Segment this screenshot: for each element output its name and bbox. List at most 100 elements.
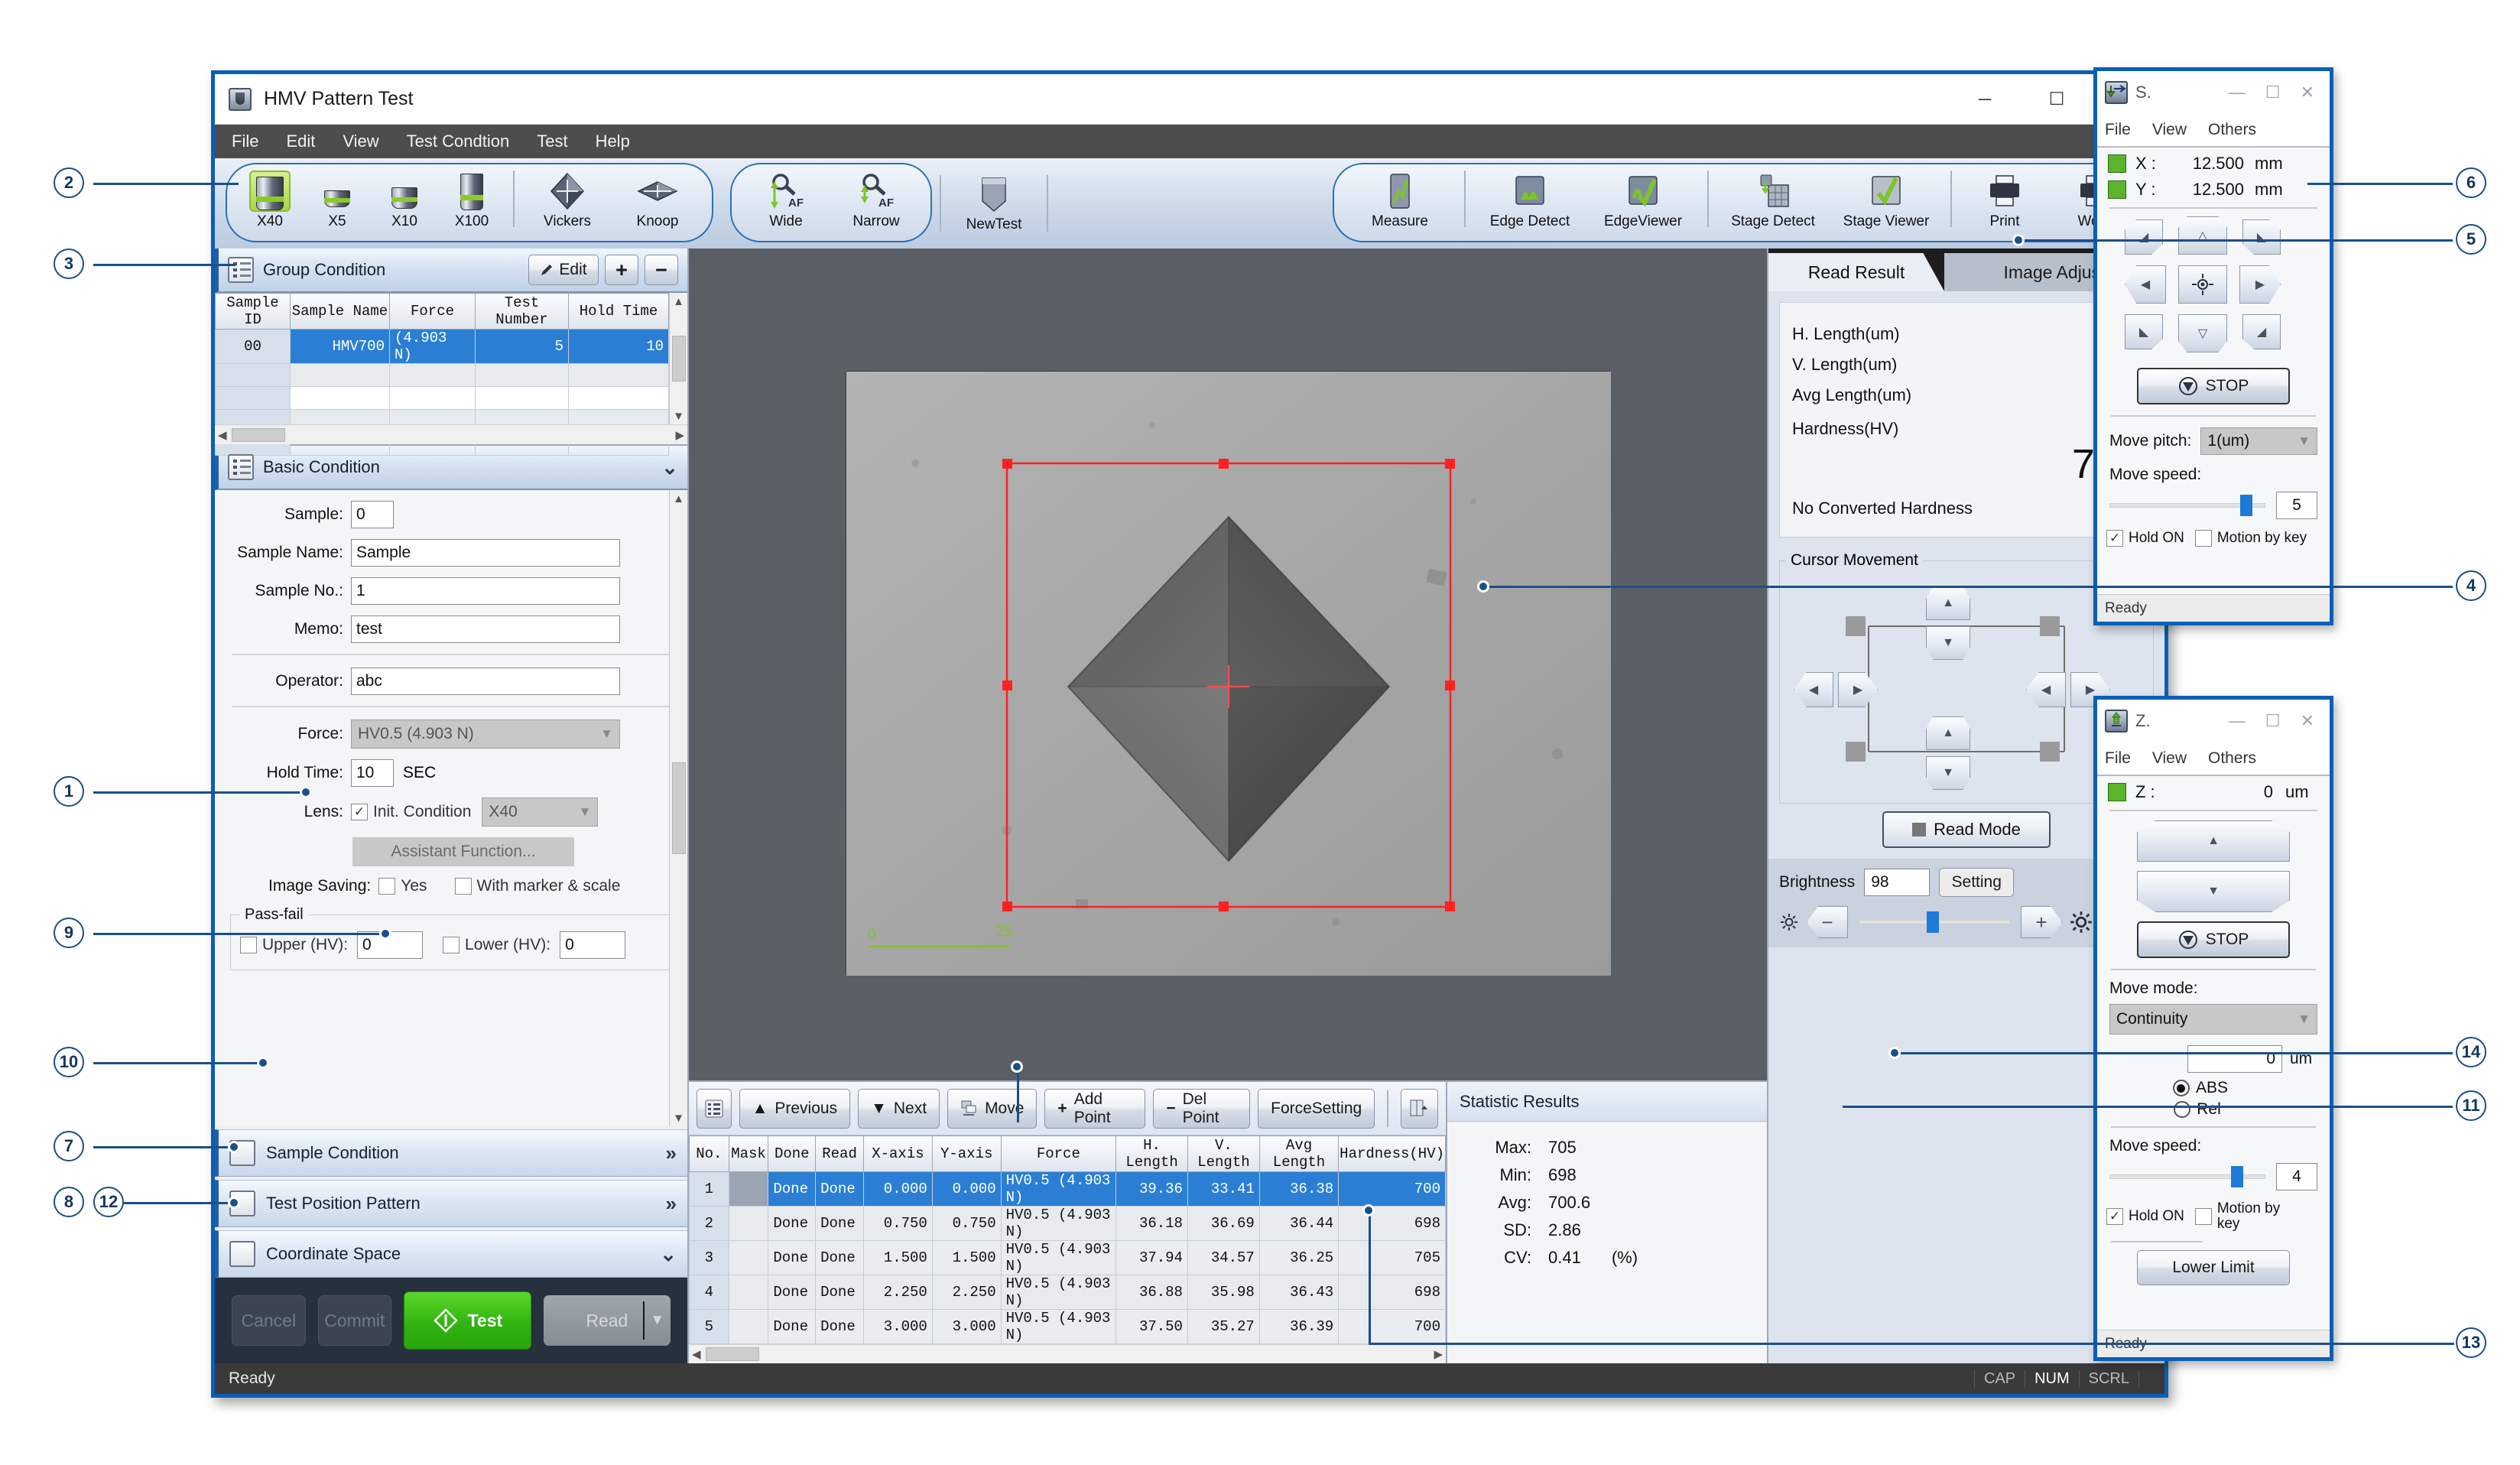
stage-move-left-button[interactable]: ◀ <box>2125 265 2166 304</box>
toolbar-item-wide[interactable]: AF Wide <box>741 167 831 230</box>
minimize-button[interactable]: — <box>2229 711 2246 731</box>
table-row[interactable]: 2 Done Done 0.750 0.750 HV0.5 (4.903 N) … <box>689 1206 1446 1242</box>
stage-move-up-right-button[interactable]: ◣ <box>2242 219 2281 255</box>
table-row[interactable] <box>215 386 669 410</box>
resize-grip-icon[interactable] <box>2138 1369 2164 1388</box>
sidebar-item-coordinate-space[interactable]: Coordinate Space ⌄ <box>215 1230 687 1278</box>
close-button[interactable]: ✕ <box>2301 711 2314 731</box>
operator-input[interactable]: abc <box>351 668 620 695</box>
move-button[interactable]: Move <box>947 1088 1038 1129</box>
group-condition-hscrollbar[interactable]: ◀ ▶ <box>215 424 687 444</box>
z-stop-button[interactable]: STOP <box>2137 921 2290 958</box>
image-saving-yes-checkbox[interactable] <box>378 878 396 895</box>
hold-time-input[interactable]: 10 <box>351 759 394 787</box>
basic-condition-collapse-icon[interactable]: ⌄ <box>661 456 678 479</box>
upper-hv-checkbox[interactable] <box>240 937 257 953</box>
lens-init-checkbox[interactable]: ✓ <box>351 804 368 820</box>
table-row[interactable]: 3 Done Done 1.500 1.500 HV0.5 (4.903 N) … <box>689 1240 1446 1276</box>
scroll-right-icon[interactable]: ▶ <box>675 428 684 442</box>
scroll-up-icon[interactable]: ▲ <box>673 490 684 507</box>
cursor-top-up-button[interactable]: ▲ <box>1926 586 1970 620</box>
z-move-down-button[interactable]: ▼ <box>2137 871 2290 912</box>
with-marker-scale-checkbox[interactable] <box>454 878 472 895</box>
z-menu-file[interactable]: File <box>2105 749 2131 768</box>
stage-move-right-button[interactable]: ▶ <box>2239 265 2281 304</box>
group-condition-vscrollbar[interactable]: ▲ ▼ <box>669 293 687 424</box>
stage-move-down-button[interactable]: ▽ <box>2178 314 2227 352</box>
cursor-bottom-up-button[interactable]: ▲ <box>1926 716 1970 750</box>
toolbar-item-newtest[interactable]: NewTest <box>949 171 1039 233</box>
sidebar-item-sample-condition[interactable]: Sample Condition » <box>215 1129 687 1177</box>
cursor-top-down-button[interactable]: ▼ <box>1926 626 1970 660</box>
cursor-handle-bl[interactable] <box>1846 742 1866 762</box>
commit-button[interactable]: Commit <box>317 1295 392 1346</box>
chevron-down-double-icon[interactable]: ⌄ <box>660 1242 677 1266</box>
brightness-plus-button[interactable]: + <box>2021 906 2062 938</box>
z-motion-by-key-checkbox[interactable] <box>2194 1207 2212 1225</box>
read-dropdown-icon[interactable]: ▼ <box>650 1312 664 1329</box>
menu-item-edit[interactable]: Edit <box>286 132 315 151</box>
point-list-icon[interactable] <box>697 1088 732 1129</box>
cursor-handle-tr[interactable] <box>2040 616 2060 636</box>
stage-move-up-button[interactable]: △ <box>2178 216 2227 255</box>
microscope-image[interactable]: 0 25 <box>846 371 1611 976</box>
toolbar-item-x40[interactable]: X40 <box>236 167 304 230</box>
z-move-speed-thumb[interactable] <box>2230 1166 2243 1187</box>
z-move-speed-value[interactable]: 4 <box>2276 1163 2317 1191</box>
sidebar-item-test-position-pattern[interactable]: Test Position Pattern » <box>215 1180 687 1227</box>
stage-move-up-left-button[interactable]: ◢ <box>2125 219 2163 255</box>
scroll-down-icon[interactable]: ▼ <box>673 408 684 424</box>
toolbar-item-print[interactable]: Print <box>1960 167 2050 230</box>
next-button[interactable]: ▼ Next <box>858 1088 940 1129</box>
add-group-button[interactable]: + <box>605 255 638 285</box>
toolbar-item-stage-viewer[interactable]: Stage Viewer <box>1830 167 1943 230</box>
minimize-button[interactable]: — <box>2229 83 2246 102</box>
menu-item-file[interactable]: File <box>232 132 258 151</box>
point-table-hscrollbar[interactable]: ◀ ▶ <box>689 1344 1446 1363</box>
xy-menu-view[interactable]: View <box>2152 121 2187 139</box>
memo-input[interactable]: test <box>351 616 620 643</box>
vscroll-thumb[interactable] <box>671 336 686 382</box>
toolbar-item-knoop[interactable]: Knoop <box>612 167 703 230</box>
table-row[interactable]: 4 Done Done 2.250 2.250 HV0.5 (4.903 N) … <box>689 1275 1446 1311</box>
table-row[interactable]: 00 HMV700 (4.903 N) 5 10 <box>215 329 669 364</box>
table-row[interactable]: 1 Done Done 0.000 0.000 HV0.5 (4.903 N) … <box>689 1171 1446 1207</box>
z-menu-view[interactable]: View <box>2152 749 2187 768</box>
scroll-up-icon[interactable]: ▲ <box>673 293 684 310</box>
stage-move-down-right-button[interactable]: ◢ <box>2242 314 2281 349</box>
move-pitch-select[interactable]: 1(um) ▼ <box>2200 427 2317 455</box>
basic-condition-vscrollbar[interactable]: ▲ ▼ <box>669 490 687 1126</box>
brightness-slider[interactable] <box>1859 911 2010 933</box>
brightness-input[interactable]: 98 <box>1864 869 1931 896</box>
tab-read-result[interactable]: Read Result <box>1768 253 1944 291</box>
scroll-left-icon[interactable]: ◀ <box>692 1347 701 1361</box>
toolbar-item-edge-detect[interactable]: Edge Detect <box>1473 167 1586 230</box>
lower-hv-checkbox[interactable] <box>443 937 460 953</box>
remove-group-button[interactable]: − <box>645 255 678 285</box>
previous-button[interactable]: ▲ Previous <box>739 1088 851 1129</box>
maximize-button[interactable]: ☐ <box>2265 83 2281 102</box>
cursor-bottom-down-button[interactable]: ▼ <box>1926 756 1970 790</box>
xy-move-speed-thumb[interactable] <box>2239 495 2252 516</box>
z-move-mode-select[interactable]: Continuity ▼ <box>2109 1004 2317 1035</box>
stage-move-center-button[interactable] <box>2178 265 2227 304</box>
xy-menu-others[interactable]: Others <box>2208 121 2256 139</box>
close-button[interactable]: ✕ <box>2301 83 2314 102</box>
vscroll-thumb[interactable] <box>671 762 686 854</box>
brightness-setting-button[interactable]: Setting <box>1939 868 2015 897</box>
assistant-function-button[interactable]: Assistant Function... <box>352 837 574 866</box>
maximize-button[interactable]: ☐ <box>2265 711 2281 731</box>
sample-name-input[interactable]: Sample <box>351 539 620 567</box>
sample-input[interactable]: 0 <box>351 501 394 528</box>
xy-menu-file[interactable]: File <box>2105 121 2131 139</box>
toolbar-item-narrow[interactable]: AF Narrow <box>831 167 921 230</box>
scroll-down-icon[interactable]: ▼ <box>673 1109 684 1126</box>
table-row[interactable]: 5 Done Done 3.000 3.000 HV0.5 (4.903 N) … <box>689 1309 1446 1345</box>
scroll-left-icon[interactable]: ◀ <box>218 428 227 442</box>
xy-stop-button[interactable]: STOP <box>2137 368 2290 404</box>
z-hold-on-checkbox[interactable]: ✓ <box>2106 1207 2123 1225</box>
toolbar-item-edge-viewer[interactable]: EdgeViewer <box>1586 167 1700 230</box>
minimize-button[interactable]: ─ <box>1949 75 2021 124</box>
hscroll-thumb[interactable] <box>705 1347 759 1362</box>
toolbar-item-vickers[interactable]: Vickers <box>522 167 612 230</box>
